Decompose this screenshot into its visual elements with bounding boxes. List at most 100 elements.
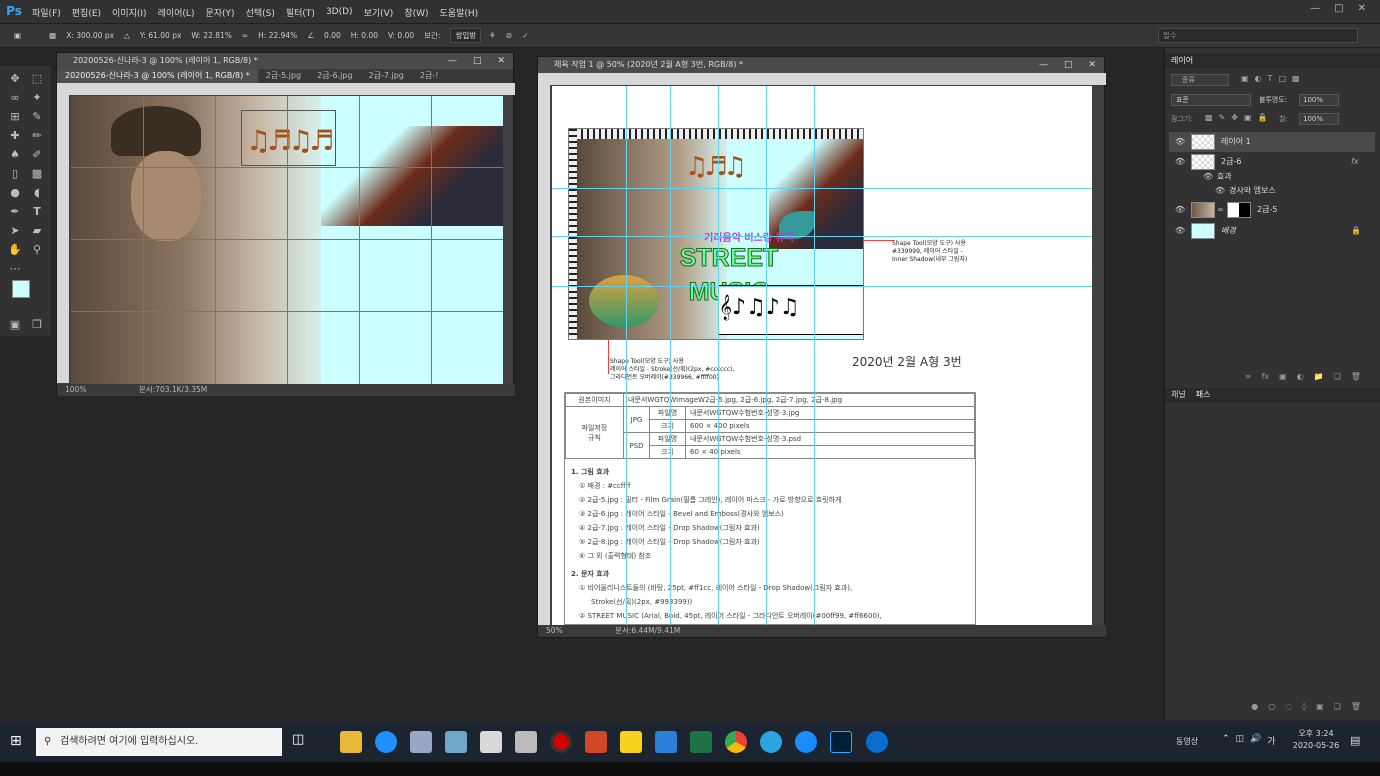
workspace-search[interactable]: 필수 <box>1158 28 1358 43</box>
adjustment-icon[interactable]: ◐ <box>1297 372 1304 384</box>
doc2-close-icon[interactable]: ✕ <box>1088 57 1096 73</box>
volume-icon[interactable]: 🔊 <box>1250 734 1261 747</box>
fill-path-icon[interactable]: ● <box>1251 702 1258 716</box>
pixel-filter-icon[interactable]: ▣ <box>1241 74 1249 83</box>
reference-point-icon[interactable]: ▩ <box>49 31 56 40</box>
blend-mode-select[interactable]: 표준 <box>1171 94 1251 106</box>
doc1-zoom[interactable]: 100% <box>65 385 86 394</box>
network-icon[interactable]: ◫ <box>1236 734 1245 747</box>
make-workpath-icon[interactable]: ◊ <box>1302 702 1306 716</box>
hand-icon[interactable]: ✋ <box>6 241 24 259</box>
lasso-icon[interactable]: ∞ <box>6 89 24 107</box>
brush-icon[interactable]: ✏ <box>28 127 46 145</box>
menu-file[interactable]: 파일(F) <box>32 6 61 19</box>
pen-icon[interactable]: ✒ <box>6 203 24 221</box>
maximize-icon[interactable]: □ <box>1334 3 1343 14</box>
history-brush-icon[interactable]: ✐ <box>28 146 46 164</box>
layer-fx-icon[interactable]: fx <box>1351 152 1359 172</box>
interpolation-select[interactable]: 쌍입방 <box>450 28 482 43</box>
visibility-eye-icon[interactable]: 👁 <box>1175 152 1185 172</box>
internet-explorer-icon[interactable] <box>760 731 782 753</box>
fill-field[interactable]: 100% <box>1299 113 1339 125</box>
layer-effect-bevel-row[interactable]: 👁 경사와 엠보스 <box>1169 184 1375 198</box>
layer-row-4[interactable]: 👁 배경 🔒 <box>1169 221 1375 241</box>
excel-icon[interactable] <box>690 731 712 753</box>
menu-type[interactable]: 문자(Y) <box>205 6 234 19</box>
new-path-icon[interactable]: ❏ <box>1334 702 1341 716</box>
menu-edit[interactable]: 편집(E) <box>72 6 101 19</box>
zoom-icon[interactable]: ⚲ <box>28 241 46 259</box>
windows-start-icon[interactable]: ⊞ <box>10 732 28 750</box>
doc1-canvas[interactable]: ♫♬♫♬ <box>71 96 503 384</box>
layer-kind-filter[interactable]: 종류 <box>1171 74 1229 86</box>
minimize-icon[interactable]: — <box>1310 3 1320 14</box>
vskew-field[interactable]: V: 0.00 <box>388 31 414 40</box>
document-window-1[interactable]: 20200526-신나라-3 @ 100% (레이어 1, RGB/8) * —… <box>56 52 515 396</box>
doc1-maximize-icon[interactable]: □ <box>473 53 482 69</box>
visibility-eye-icon[interactable]: 👁 <box>1175 200 1185 220</box>
tray-label[interactable]: 동영상 <box>1176 736 1198 747</box>
doc1-close-icon[interactable]: ✕ <box>497 53 505 69</box>
delete-layer-icon[interactable]: 🗑 <box>1351 372 1361 384</box>
doc2-maximize-icon[interactable]: □ <box>1064 57 1073 73</box>
doc2-minimize-icon[interactable]: — <box>1039 57 1048 73</box>
add-mask-path-icon[interactable]: ▣ <box>1316 702 1324 716</box>
notification-icon[interactable]: ▤ <box>1350 734 1360 747</box>
y-field[interactable]: Y: 61.00 px <box>140 31 182 40</box>
menu-view[interactable]: 보기(V) <box>364 6 394 19</box>
doc2-titlebar[interactable]: 체육 작업 1 @ 50% (2020년 2월 A형 3번, RGB/8) * … <box>538 57 1104 73</box>
marquee-icon[interactable]: ⬚ <box>28 70 46 88</box>
menu-3d[interactable]: 3D(D) <box>326 7 353 17</box>
edge-taskbar-icon[interactable] <box>866 731 888 753</box>
doc1-minimize-icon[interactable]: — <box>448 53 457 69</box>
visibility-eye-icon[interactable]: 👁 <box>1175 221 1185 241</box>
record-icon[interactable] <box>550 731 572 753</box>
lock-paint-icon[interactable]: ✎ <box>1219 113 1226 122</box>
edge-browser-icon[interactable] <box>375 731 397 753</box>
kakaotalk-icon[interactable] <box>620 731 642 753</box>
lock-artboard-icon[interactable]: ▣ <box>1244 113 1252 122</box>
taskbar-search-box[interactable]: ⚲ 검색하려면 여기에 입력하십시오. <box>36 728 282 756</box>
quick-mask-icon[interactable]: ▣ <box>6 316 24 334</box>
tray-chevron-up-icon[interactable]: ⌃ <box>1222 734 1230 747</box>
visibility-eye-icon[interactable]: 👁 <box>1175 132 1185 152</box>
layer-row-3[interactable]: 👁 ∞ 2급-5 <box>1169 200 1375 220</box>
layer-name[interactable]: 레이어 1 <box>1221 132 1251 152</box>
link-layers-icon[interactable]: ∞ <box>1245 372 1252 384</box>
lock-position-icon[interactable]: ✥ <box>1231 113 1238 122</box>
chain-link-icon[interactable]: ∞ <box>1217 200 1224 220</box>
clone-stamp-icon[interactable]: ♠ <box>6 146 24 164</box>
ime-indicator[interactable]: 가 <box>1267 734 1275 747</box>
screen-mode-icon[interactable]: ❐ <box>28 316 46 334</box>
cancel-transform-icon[interactable]: ⊘ <box>506 31 512 40</box>
tab-2geup-7[interactable]: 2급-7.jpg <box>361 69 412 83</box>
effects-eye-icon[interactable]: 👁 <box>1203 170 1213 184</box>
tab-2geup-8[interactable]: 2급-! <box>412 69 447 83</box>
adjustment-filter-icon[interactable]: ◐ <box>1255 74 1262 83</box>
tab-paths[interactable]: 패스 <box>1196 388 1211 402</box>
chrome-icon[interactable] <box>725 731 747 753</box>
layer-name[interactable]: 2급-5 <box>1257 200 1277 220</box>
layer-name[interactable]: 2급-6 <box>1221 152 1241 172</box>
x-field[interactable]: X: 300.00 px <box>66 31 114 40</box>
layer-row-1[interactable]: 👁 레이어 1 <box>1169 132 1375 152</box>
layer-mask-thumb[interactable] <box>1227 202 1251 218</box>
file-explorer-icon[interactable] <box>340 731 362 753</box>
close-icon[interactable]: ✕ <box>1358 3 1366 14</box>
eyedropper-icon[interactable]: ✎ <box>28 108 46 126</box>
hangul-icon[interactable] <box>655 731 677 753</box>
shape-icon[interactable]: ▰ <box>28 222 46 240</box>
powerpoint-icon[interactable] <box>585 731 607 753</box>
layers-panel-tab[interactable]: 레이어 <box>1165 54 1380 68</box>
layer-name[interactable]: 배경 <box>1221 221 1236 241</box>
shape-filter-icon[interactable]: □ <box>1278 74 1286 83</box>
stroke-path-icon[interactable]: ○ <box>1268 702 1275 716</box>
clock[interactable]: 오후 3:24 2020-05-26 <box>1290 728 1342 752</box>
angle-field[interactable]: 0.00 <box>324 31 341 40</box>
delete-path-icon[interactable]: 🗑 <box>1351 702 1361 716</box>
layer-effects-row[interactable]: 👁 효과 <box>1169 170 1375 184</box>
calculator-icon[interactable] <box>480 731 502 753</box>
menu-select[interactable]: 선택(S) <box>246 6 275 19</box>
bevel-eye-icon[interactable]: 👁 <box>1215 184 1225 198</box>
app-icon-4[interactable] <box>445 731 467 753</box>
